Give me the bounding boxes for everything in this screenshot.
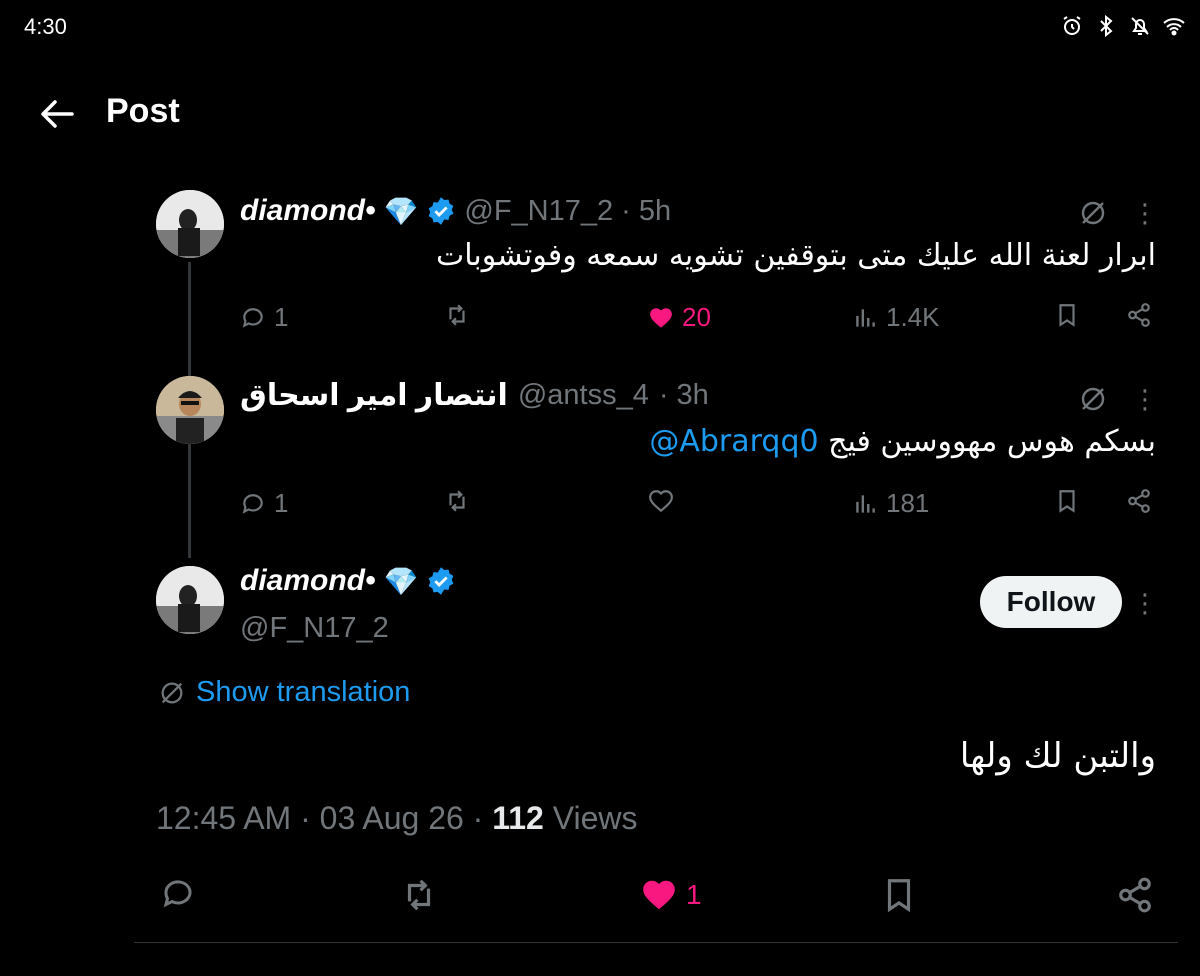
views-count[interactable]: 112	[492, 800, 544, 836]
author-name[interactable]: diamond•	[240, 194, 376, 228]
bookmark-button[interactable]	[880, 876, 918, 914]
follow-button[interactable]: Follow	[980, 576, 1122, 628]
bookmark-button[interactable]	[1054, 488, 1080, 514]
bluetooth-icon	[1100, 14, 1113, 38]
post-date: 03 Aug 26	[319, 800, 464, 836]
reply-button[interactable]	[160, 876, 196, 912]
share-icon	[1128, 303, 1150, 327]
show-translation-link[interactable]: Show translation	[158, 676, 410, 709]
translate-toggle[interactable]	[1078, 198, 1108, 233]
like-icon	[643, 880, 675, 910]
reply-text: بسكم هوس مهووسين فيج @Abrarqq0	[240, 424, 1156, 459]
show-translation-label: Show translation	[196, 676, 411, 708]
alarm-icon	[1063, 16, 1081, 35]
like-icon	[650, 307, 672, 328]
diamond-emoji: 💎	[383, 195, 419, 227]
share-button[interactable]	[1126, 302, 1152, 328]
reply-icon	[163, 880, 192, 908]
translate-icon	[161, 682, 183, 703]
reply-count: 1	[274, 488, 289, 518]
post-time: · 3h	[658, 379, 709, 411]
share-icon	[1128, 489, 1150, 513]
reply-icon	[242, 493, 263, 514]
status-time: 4:30	[24, 14, 67, 39]
translate-toggle[interactable]	[1078, 384, 1108, 419]
like-button[interactable]: 1	[640, 876, 702, 914]
translate-icon	[1081, 201, 1105, 225]
divider	[134, 942, 1178, 943]
status-icons	[1060, 14, 1186, 38]
back-button[interactable]	[38, 94, 78, 134]
views-icon	[856, 308, 875, 327]
author-handle[interactable]: @F_N17_2	[464, 195, 613, 228]
retweet-icon	[449, 490, 465, 512]
reply-text-content: بسكم هوس مهووسين فيج	[818, 424, 1156, 459]
author-handle[interactable]: @F_N17_2	[240, 612, 389, 645]
diamond-emoji: 💎	[383, 565, 419, 597]
verified-badge-icon	[429, 197, 454, 225]
bookmark-icon	[1059, 490, 1075, 513]
retweet-button[interactable]	[444, 488, 470, 514]
author-name[interactable]: انتصار امير اسحاق	[240, 378, 508, 413]
page-title: Post	[106, 92, 180, 130]
back-arrow-icon	[41, 100, 74, 128]
author-handle[interactable]: @antss_4	[518, 379, 649, 412]
avatar[interactable]	[156, 190, 224, 258]
translate-icon	[1081, 387, 1105, 411]
like-icon	[649, 490, 673, 513]
avatar[interactable]	[156, 566, 224, 634]
verified-badge-icon	[429, 567, 454, 595]
retweet-button[interactable]	[444, 302, 470, 328]
reply-icon	[242, 307, 263, 328]
share-icon	[1119, 877, 1151, 913]
like-count: 1	[686, 879, 702, 910]
reply-button[interactable]: 1	[240, 302, 288, 333]
retweet-icon	[407, 879, 431, 911]
share-button[interactable]	[1126, 488, 1152, 514]
post-time: 12:45 AM	[156, 800, 292, 836]
reply-text: ابرار لعنة الله عليك متى بتوقفين تشويه س…	[436, 238, 1156, 273]
retweet-icon	[449, 304, 465, 326]
like-button[interactable]: 20	[648, 302, 711, 333]
views-icon	[856, 494, 875, 513]
bookmark-icon	[887, 879, 911, 913]
reply-button[interactable]: 1	[240, 488, 288, 519]
post-time: · 5h	[621, 194, 672, 227]
wifi-icon	[1163, 18, 1185, 36]
avatar[interactable]	[156, 376, 224, 444]
share-button[interactable]	[1116, 876, 1154, 914]
reply-1-header: diamond• 💎 @F_N17_2 · 5h	[240, 194, 671, 228]
views-label: Views	[552, 800, 638, 836]
retweet-button[interactable]	[400, 876, 438, 914]
post-text: والتبن لك ولها	[959, 736, 1156, 776]
main-post-author: diamond• 💎	[240, 564, 456, 598]
more-icon[interactable]: ⋮	[1132, 588, 1158, 618]
views-count: 181	[886, 488, 930, 518]
post-meta: 12:45 AM · 03 Aug 26 · 112 Views	[156, 800, 638, 836]
views-count: 1.4K	[886, 302, 940, 332]
like-count: 20	[682, 302, 711, 332]
reply-count: 1	[274, 302, 289, 332]
more-icon[interactable]: ⋮	[1132, 198, 1158, 228]
bookmark-icon	[1059, 304, 1075, 327]
mute-icon	[1131, 17, 1149, 35]
views-button[interactable]: 1.4K	[852, 302, 940, 333]
more-icon[interactable]: ⋮	[1132, 384, 1158, 414]
reply-2-header: انتصار امير اسحاق @antss_4 · 3h	[240, 378, 709, 413]
views-button[interactable]: 181	[852, 488, 929, 519]
bookmark-button[interactable]	[1054, 302, 1080, 328]
mention-link[interactable]: @Abrarqq0	[649, 424, 818, 459]
author-name[interactable]: diamond•	[240, 564, 376, 598]
like-button[interactable]	[648, 488, 674, 514]
